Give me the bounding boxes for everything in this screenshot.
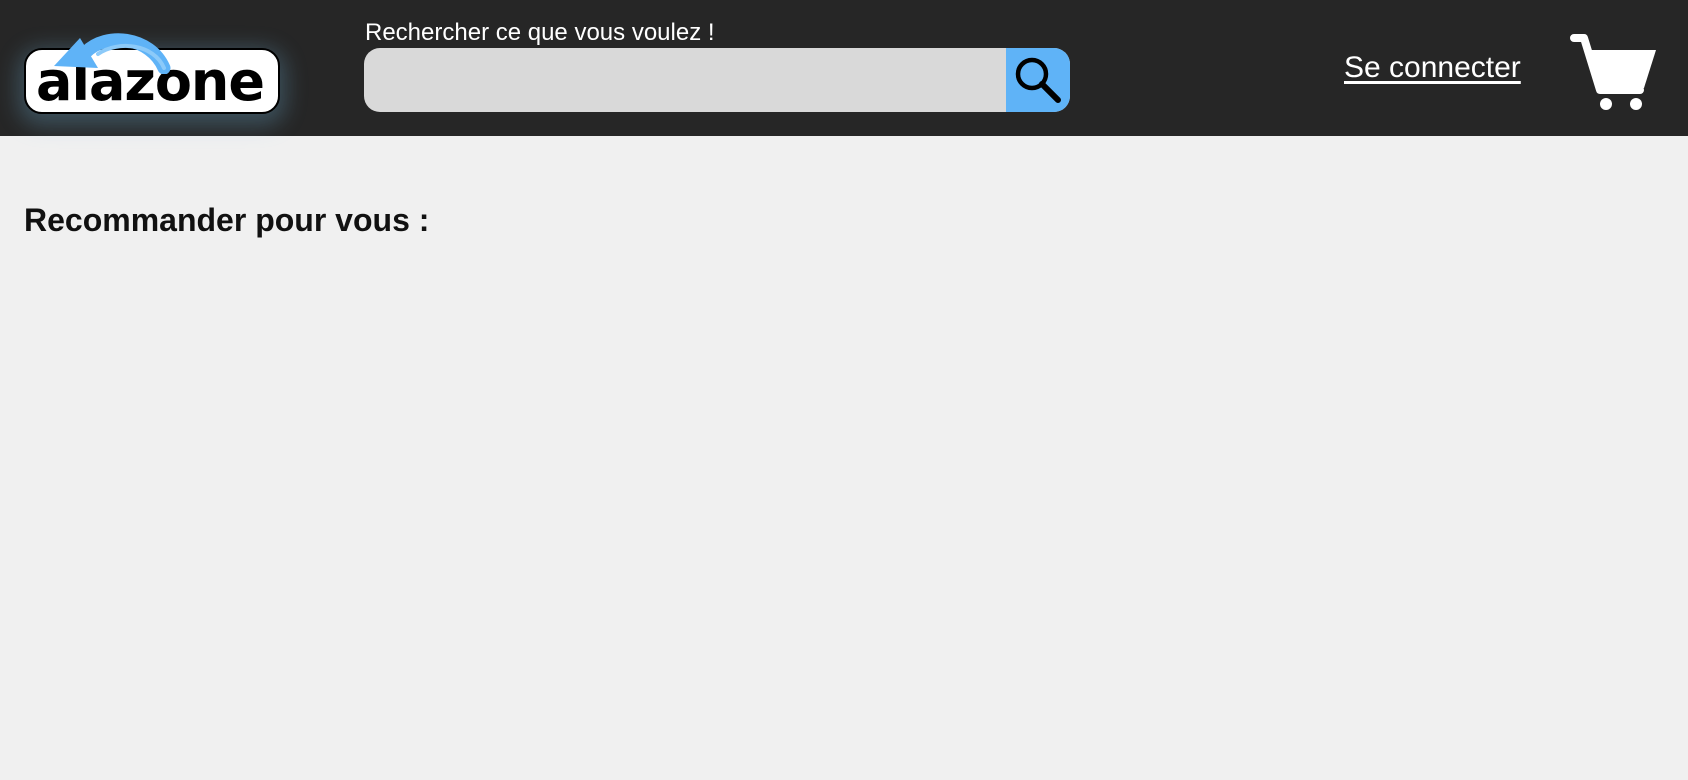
search-button[interactable] [1006, 48, 1070, 112]
cart-icon [1570, 34, 1656, 110]
search-icon [1015, 57, 1061, 103]
curved-arrow-icon [54, 33, 171, 74]
section-title: Recommander pour vous : [24, 202, 430, 238]
logo[interactable]: alazone [24, 30, 280, 114]
search-label: Rechercher ce que vous voulez ! [365, 19, 715, 46]
login-link[interactable]: Se connecter [1344, 50, 1521, 86]
site-header: alazone Rechercher ce que vous voulez ! … [0, 0, 1688, 136]
search-bar [364, 48, 1070, 112]
search-input[interactable] [364, 48, 1006, 112]
cart-button[interactable] [1570, 32, 1658, 112]
